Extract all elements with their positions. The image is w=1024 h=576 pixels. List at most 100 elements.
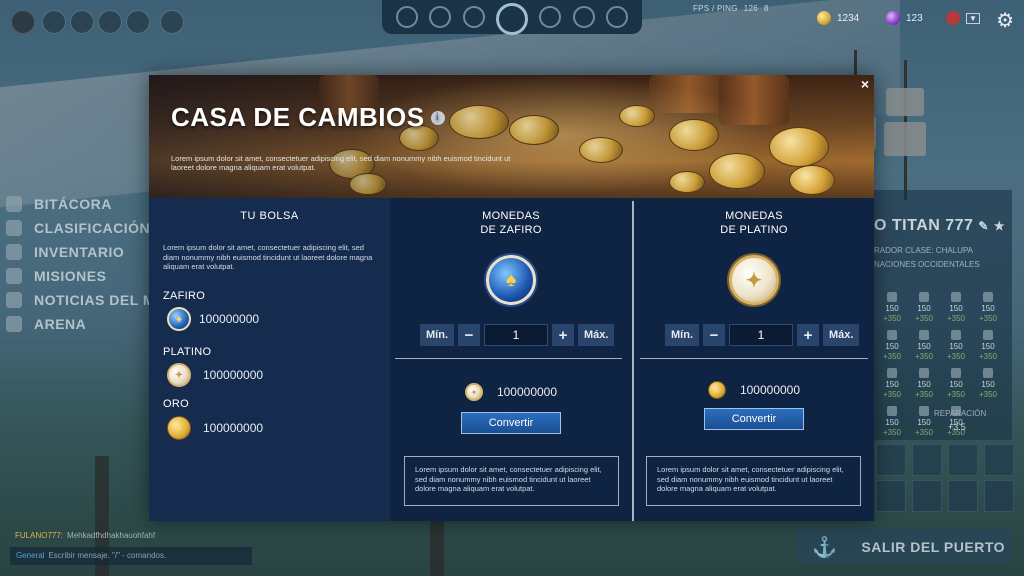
inventory-slot[interactable] [948, 444, 978, 476]
inventory-slot[interactable] [948, 480, 978, 512]
ship-stat: 150 +350 [908, 292, 940, 324]
ship-stat: 150 +350 [972, 330, 1004, 362]
wallet-label-zafiro: ZAFIRO [163, 290, 206, 302]
inventory-slot[interactable] [984, 444, 1014, 476]
sapphire-note: Lorem ipsum dolor sit amet, consectetuer… [404, 456, 619, 506]
stat-icon [951, 330, 961, 340]
divider [640, 358, 868, 359]
inventory-grid [876, 444, 1016, 512]
exit-port-button[interactable]: ⚓ SALIR DEL PUERTO [796, 529, 1012, 565]
platinum-quantity-stepper: Mín. − 1 + Máx. [665, 324, 860, 346]
star-icon[interactable]: ★ [994, 219, 1005, 233]
shop-icon[interactable] [539, 6, 562, 28]
wallet-row-oro: ● 100000000 [167, 416, 263, 440]
platinum-convert-button[interactable]: Convertir [704, 408, 804, 430]
gear-icon[interactable]: ⚙ [996, 8, 1014, 33]
ship-stat: 150 +350 [908, 368, 940, 400]
inventory-slot[interactable] [876, 480, 906, 512]
stat-icon [983, 368, 993, 378]
platinum-note: Lorem ipsum dolor sit amet, consectetuer… [646, 456, 861, 506]
top-hud: FPS / PING 126 8 1234 123 ▼ ⚙ [0, 0, 1024, 40]
plus-button[interactable]: + [797, 324, 819, 346]
platinum-title: MONEDAS DE PLATINO [720, 210, 788, 236]
stat-icon [983, 292, 993, 302]
sapphire-title: MONEDAS DE ZAFIRO [480, 210, 542, 236]
trophy-icon [6, 220, 22, 236]
ship-stat: 150 +350 [940, 368, 972, 400]
sapphire-result: ✦ 100000000 [390, 383, 632, 401]
flag-icon [6, 268, 22, 284]
ship-stat: 150 +350 [876, 406, 908, 438]
stat-icon [919, 330, 929, 340]
wallet-row-platino: ✦ 100000000 [167, 363, 263, 387]
island-icon[interactable] [572, 6, 595, 28]
map-icon[interactable] [395, 6, 418, 28]
sapphire-quantity-stepper: Mín. − 1 + Máx. [420, 324, 615, 346]
stat-icon [919, 292, 929, 302]
wallet-title: TU BOLSA [240, 210, 299, 222]
plus-button[interactable]: + [552, 324, 574, 346]
stat-icon [919, 368, 929, 378]
ship-stat: 150 +350 [940, 330, 972, 362]
ship-icon[interactable] [429, 6, 452, 28]
ship-stat: 150 +350 [940, 292, 972, 324]
ship-stat: 150 +350 [972, 368, 1004, 400]
inventory-slot[interactable] [876, 444, 906, 476]
crew-slot[interactable] [98, 10, 122, 34]
wallet-column: TU BOLSA Lorem ipsum dolor sit amet, con… [149, 198, 390, 521]
platinum-result: ● 100000000 [634, 381, 874, 399]
max-button[interactable]: Máx. [823, 324, 860, 346]
ship-stat: 150 +350 [972, 292, 1004, 324]
sapphire-coin-icon: ♠ [486, 255, 536, 305]
info-icon[interactable]: i [430, 110, 445, 125]
ship-stat: 150 +350 [908, 330, 940, 362]
platinum-quantity-input[interactable]: 1 [729, 324, 793, 346]
flag-dropdown[interactable]: ▼ [946, 11, 980, 25]
crew-slot[interactable] [70, 10, 94, 34]
ship-name: O TITAN 777 ✎ ★ [874, 217, 1006, 234]
platinum-coin-icon: ✦ [464, 383, 483, 401]
min-button[interactable]: Mín. [420, 324, 454, 346]
stat-icon [887, 406, 897, 416]
stat-icon [919, 406, 929, 416]
stat-icon [983, 330, 993, 340]
chest-icon [6, 244, 22, 260]
sapphire-coin-icon: ♠ [167, 307, 191, 331]
chat-input[interactable]: General Escribir mensaje. "/" - comandos. [10, 547, 252, 565]
main-nav-bar [382, 0, 642, 35]
edit-icon[interactable]: ✎ [978, 219, 989, 233]
modal-title: CASA DE CAMBIOS i [171, 102, 445, 133]
ship-nation: NACIONES OCCIDENTALES [874, 260, 980, 269]
wallet-description: Lorem ipsum dolor sit amet, consectetuer… [163, 243, 373, 271]
swords-icon [6, 316, 22, 332]
crew-slot[interactable] [126, 10, 150, 34]
gem-icon [886, 11, 900, 25]
globe-icon [6, 292, 22, 308]
coins-icon[interactable] [606, 6, 629, 28]
inventory-slot[interactable] [912, 480, 942, 512]
minus-button[interactable]: − [458, 324, 480, 346]
inventory-slot[interactable] [984, 480, 1014, 512]
minus-button[interactable]: − [703, 324, 725, 346]
player-avatar[interactable] [10, 9, 36, 35]
repair-label: REPARACIÓN [934, 409, 987, 418]
shield-slot[interactable] [160, 10, 184, 34]
inventory-slot[interactable] [912, 444, 942, 476]
wallet-label-platino: PLATINO [163, 346, 212, 358]
gold-coin-icon: ● [707, 381, 726, 399]
chevron-down-icon: ▼ [966, 12, 980, 24]
stat-icon [951, 292, 961, 302]
sapphire-quantity-input[interactable]: 1 [484, 324, 548, 346]
max-button[interactable]: Máx. [578, 324, 615, 346]
helm-wheel-icon[interactable] [495, 3, 528, 35]
crew-slot[interactable] [42, 10, 66, 34]
platinum-coin-icon: ✦ [729, 255, 779, 305]
anchor-icon: ⚓ [812, 536, 838, 559]
wallet-label-oro: ORO [163, 398, 189, 410]
sapphire-convert-button[interactable]: Convertir [461, 412, 561, 434]
potion-icon[interactable] [462, 6, 485, 28]
sapphire-column: MONEDAS DE ZAFIRO ♠ Mín. − 1 + Máx. ✦ 10… [390, 198, 632, 521]
min-button[interactable]: Mín. [665, 324, 699, 346]
ship-stat: 150 +350 [876, 330, 908, 362]
close-icon[interactable]: × [857, 77, 873, 91]
